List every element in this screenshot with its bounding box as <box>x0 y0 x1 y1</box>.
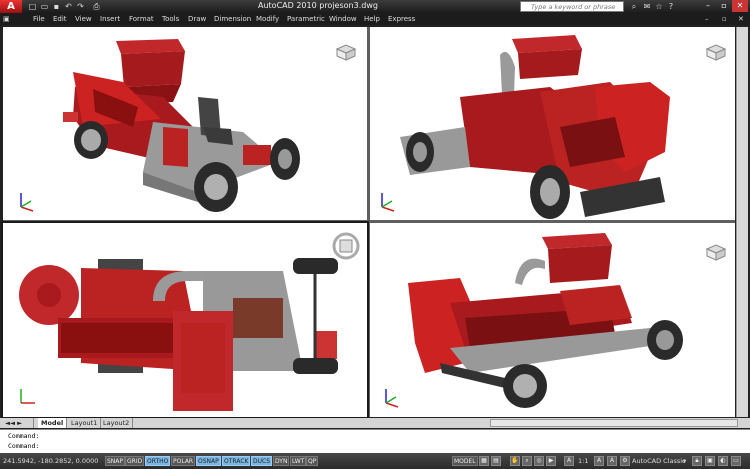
qp-toggle[interactable]: QP <box>306 456 319 466</box>
undo-icon[interactable]: ↶ <box>64 2 73 11</box>
window-title: AutoCAD 2010 projeson3.dwg <box>258 1 378 10</box>
save-icon[interactable]: ▪ <box>52 2 61 11</box>
hardware-acceleration-icon[interactable]: ▣ <box>705 456 715 466</box>
menu-dimension[interactable]: Dimension <box>214 13 251 25</box>
new-icon[interactable]: □ <box>28 2 37 11</box>
annotation-visibility-icon[interactable]: A <box>594 456 604 466</box>
osnap-toggle[interactable]: OSNAP <box>196 456 221 466</box>
clean-screen-icon[interactable]: ▭ <box>731 456 741 466</box>
workspace-switch[interactable]: AutoCAD Classic <box>632 453 686 469</box>
doc-close-icon[interactable]: ✕ <box>738 13 744 25</box>
command-history-line: Command: <box>8 432 40 440</box>
menu-edit[interactable]: Edit <box>53 13 67 25</box>
search-input[interactable]: Type a keyword or phrase <box>520 1 624 12</box>
chevron-down-icon[interactable]: ▾ <box>683 453 686 469</box>
vertical-scrollbar[interactable] <box>736 27 748 417</box>
dyn-toggle[interactable]: DYN <box>273 456 290 466</box>
viewcube-icon[interactable] <box>331 231 361 261</box>
menu-draw[interactable]: Draw <box>188 13 206 25</box>
viewcube-icon[interactable] <box>703 41 729 61</box>
tab-nav-arrows[interactable]: ◄◄ ► ►► <box>2 418 34 437</box>
menu-bar: ▣ File Edit View Insert Format Tools Dra… <box>0 13 750 25</box>
print-icon[interactable]: ⎙ <box>92 2 101 11</box>
menu-insert[interactable]: Insert <box>100 13 120 25</box>
menu-parametric[interactable]: Parametric <box>287 13 325 25</box>
lock-icon[interactable]: 🔒︎ <box>692 456 702 466</box>
workspace-icon[interactable]: ⚙ <box>620 456 630 466</box>
menu-file-icon[interactable]: ▣ <box>3 13 10 25</box>
quick-view-layouts-icon[interactable]: ▦ <box>479 456 489 466</box>
autocad-window: A □ ▭ ▪ ↶ ↷ ⎙ AutoCAD 2010 projeson3.dwg… <box>0 0 750 469</box>
lwt-toggle[interactable]: LWT <box>290 456 307 466</box>
machine-top-view <box>19 258 338 411</box>
menu-tools[interactable]: Tools <box>162 13 179 25</box>
machine-iso-front-left <box>63 39 300 212</box>
redo-icon[interactable]: ↷ <box>76 2 85 11</box>
viewcube-icon[interactable] <box>703 241 729 261</box>
viewcube-icon[interactable] <box>333 41 359 61</box>
status-bar: 241.5942, -180.2852, 0.0000 SNAP GRID OR… <box>0 453 750 469</box>
coordinate-readout[interactable]: 241.5942, -180.2852, 0.0000 <box>3 453 98 469</box>
annotation-scale-icon[interactable]: A <box>564 456 574 466</box>
menu-view[interactable]: View <box>75 13 92 25</box>
tab-layout1[interactable]: Layout1 <box>68 418 102 428</box>
ucs-icon <box>385 389 399 408</box>
menu-express[interactable]: Express <box>388 13 415 25</box>
machine-iso-rear <box>400 35 670 219</box>
application-menu-button[interactable]: A <box>0 0 22 13</box>
close-icon[interactable]: ✕ <box>732 0 748 12</box>
menu-format[interactable]: Format <box>129 13 154 25</box>
zoom-icon[interactable]: ⌕ <box>522 456 532 466</box>
doc-restore-icon[interactable]: ▫ <box>722 13 727 25</box>
tab-layout2[interactable]: Layout2 <box>100 418 134 428</box>
menu-window[interactable]: Window <box>329 13 357 25</box>
isolate-objects-icon[interactable]: ◐ <box>718 456 728 466</box>
ortho-toggle[interactable]: ORTHO <box>145 456 171 466</box>
menu-help[interactable]: Help <box>364 13 380 25</box>
maximize-icon[interactable]: ▫ <box>716 0 732 12</box>
auto-scale-icon[interactable]: A <box>607 456 617 466</box>
help-icon[interactable]: ? <box>666 1 676 12</box>
tab-model[interactable]: Model <box>38 418 68 428</box>
polar-toggle[interactable]: POLAR <box>171 456 196 466</box>
open-icon[interactable]: ▭ <box>40 2 49 11</box>
showmotion-icon[interactable]: ▶ <box>546 456 556 466</box>
otrack-toggle[interactable]: OTRACK <box>222 456 251 466</box>
favorites-icon[interactable]: ☆ <box>654 1 664 12</box>
viewport-top-left[interactable] <box>3 27 367 220</box>
ucs-icon <box>381 193 395 212</box>
viewport-area <box>1 27 735 419</box>
steering-wheel-icon[interactable]: ◎ <box>534 456 544 466</box>
machine-iso-front-right <box>408 233 683 408</box>
viewport-bottom-left[interactable] <box>1 221 369 419</box>
ducs-toggle[interactable]: DUCS <box>251 456 273 466</box>
search-icon[interactable]: ⌕ <box>629 1 639 12</box>
quick-view-drawings-icon[interactable]: ▤ <box>491 456 501 466</box>
viewport-top-right[interactable] <box>370 27 735 220</box>
minimize-icon[interactable]: – <box>700 0 716 12</box>
command-window[interactable]: Command: Command: <box>0 429 750 453</box>
horizontal-scrollbar[interactable] <box>490 419 738 427</box>
communication-icon[interactable]: ✉ <box>642 1 652 12</box>
model-space-button[interactable]: MODEL <box>452 456 478 466</box>
snap-toggle[interactable]: SNAP <box>105 456 126 466</box>
title-bar: A □ ▭ ▪ ↶ ↷ ⎙ AutoCAD 2010 projeson3.dwg… <box>0 0 750 13</box>
menu-file[interactable]: File <box>33 13 45 25</box>
command-prompt[interactable]: Command: <box>8 442 39 450</box>
pan-icon[interactable]: ✋ <box>510 456 520 466</box>
ucs-icon <box>20 389 35 404</box>
doc-minimize-icon[interactable]: – <box>705 13 709 25</box>
grid-toggle[interactable]: GRID <box>125 456 145 466</box>
ucs-icon <box>20 193 34 212</box>
menu-modify[interactable]: Modify <box>256 13 279 25</box>
viewport-bottom-right[interactable] <box>370 223 735 417</box>
annotation-scale-value[interactable]: 1:1 <box>578 453 588 469</box>
